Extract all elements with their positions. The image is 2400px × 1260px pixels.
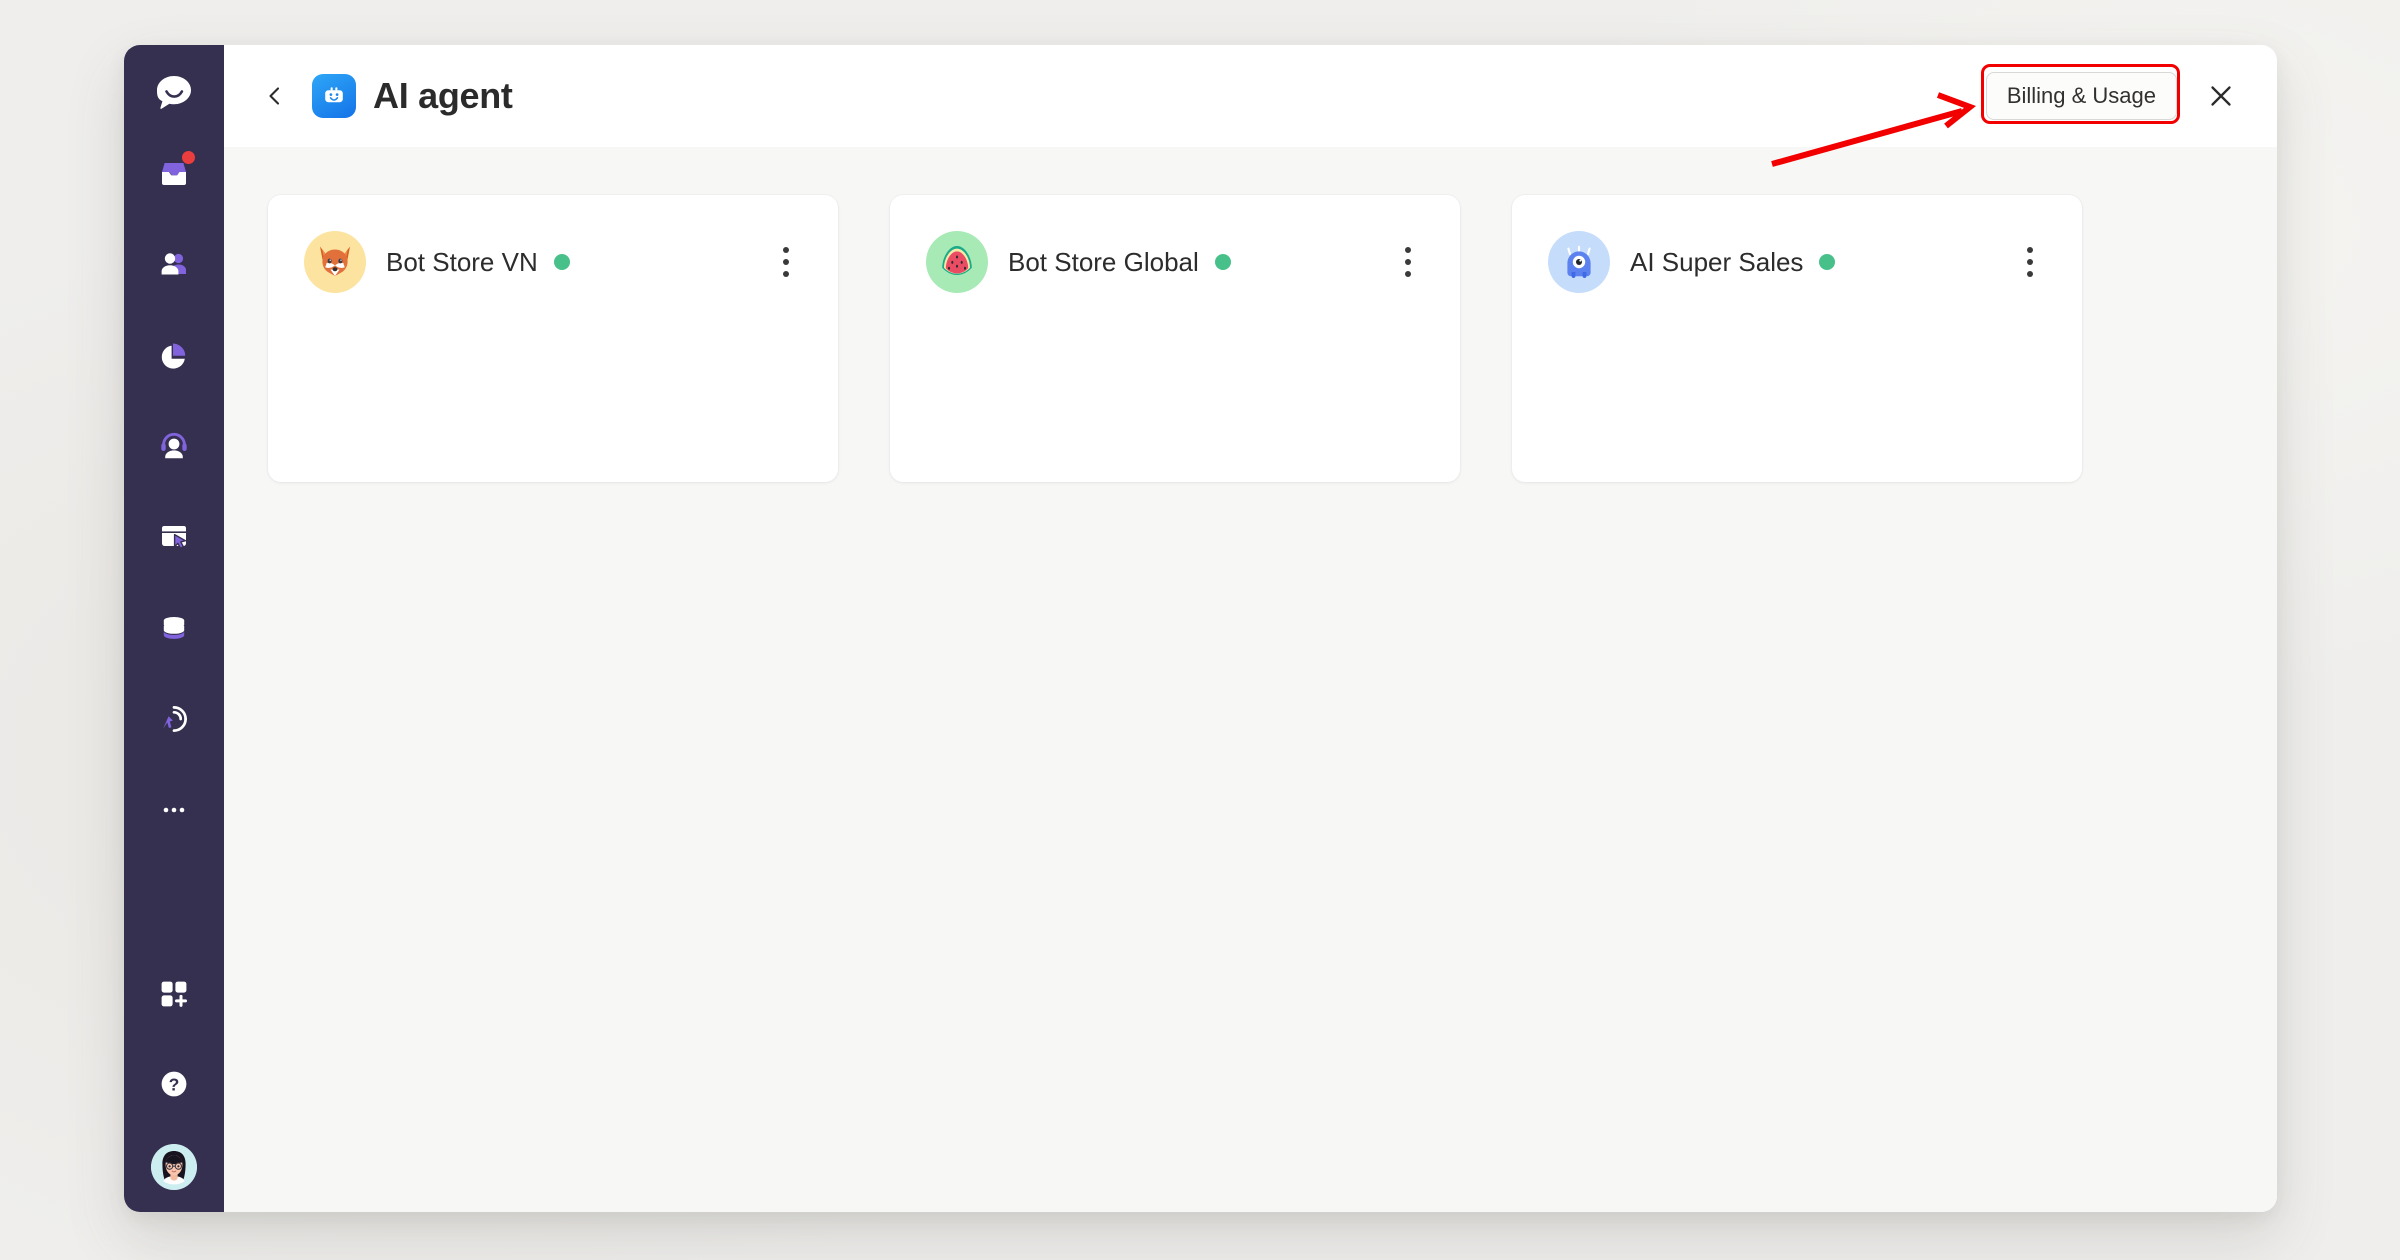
bot-card-header: Bot Store VN bbox=[304, 231, 806, 293]
inbox-badge bbox=[182, 151, 195, 164]
bot-card[interactable]: AI Super Sales bbox=[1512, 195, 2082, 482]
app-window: ? AI agent Billing & Usage Bot Store VN … bbox=[124, 45, 2277, 1212]
bot-name: Bot Store VN bbox=[386, 246, 538, 277]
status-badge bbox=[1214, 254, 1231, 270]
kebab-menu-icon[interactable] bbox=[1388, 240, 1428, 284]
ai-agent-robot-icon bbox=[312, 74, 356, 118]
bot-card[interactable]: Bot Store VN bbox=[268, 195, 838, 482]
sidebar-nav bbox=[124, 143, 224, 840]
status-badge bbox=[553, 254, 570, 270]
sidebar-item-agents[interactable] bbox=[144, 416, 204, 476]
close-icon[interactable] bbox=[2199, 74, 2243, 118]
bot-card-grid: Bot Store VN Bot Store Global AI Super S… bbox=[268, 195, 2233, 482]
bot-card[interactable]: Bot Store Global bbox=[890, 195, 1460, 482]
sidebar-item-contacts[interactable] bbox=[144, 234, 204, 294]
bot-card-header: Bot Store Global bbox=[926, 231, 1428, 293]
kebab-menu-icon[interactable] bbox=[766, 240, 806, 284]
kebab-menu-icon[interactable] bbox=[2010, 240, 2050, 284]
watermelon-avatar-icon bbox=[926, 231, 988, 293]
sidebar-item-inbox[interactable] bbox=[144, 143, 204, 203]
topbar: AI agent Billing & Usage bbox=[224, 45, 2277, 147]
bot-name: Bot Store Global bbox=[1008, 246, 1199, 277]
page-title: AI agent bbox=[373, 75, 513, 116]
sidebar-item-automation[interactable] bbox=[144, 689, 204, 749]
sidebar: ? bbox=[124, 45, 224, 1212]
main-area: AI agent Billing & Usage Bot Store VN Bo… bbox=[224, 45, 2277, 1212]
sidebar-item-campaigns[interactable] bbox=[144, 507, 204, 567]
chat-bubble-logo-icon[interactable] bbox=[146, 65, 202, 121]
bot-card-header: AI Super Sales bbox=[1548, 231, 2050, 293]
fox-avatar-icon bbox=[304, 231, 366, 293]
sidebar-item-apps[interactable] bbox=[144, 964, 204, 1024]
status-badge bbox=[1819, 254, 1836, 270]
topbar-actions: Billing & Usage bbox=[1985, 72, 2249, 120]
chevron-left-icon[interactable] bbox=[258, 79, 292, 113]
content-area: Bot Store VN Bot Store Global AI Super S… bbox=[224, 147, 2277, 1212]
sidebar-item-help[interactable]: ? bbox=[144, 1054, 204, 1114]
svg-text:?: ? bbox=[169, 1075, 180, 1095]
sidebar-bottom-group: ? bbox=[144, 964, 204, 1190]
sidebar-item-more[interactable] bbox=[144, 780, 204, 840]
monster-avatar-icon bbox=[1548, 231, 1610, 293]
avatar[interactable] bbox=[151, 1144, 197, 1190]
sidebar-item-data[interactable] bbox=[144, 598, 204, 658]
sidebar-item-reports[interactable] bbox=[144, 325, 204, 385]
billing-and-usage-button[interactable]: Billing & Usage bbox=[1985, 72, 2177, 120]
bot-name: AI Super Sales bbox=[1630, 246, 1804, 277]
